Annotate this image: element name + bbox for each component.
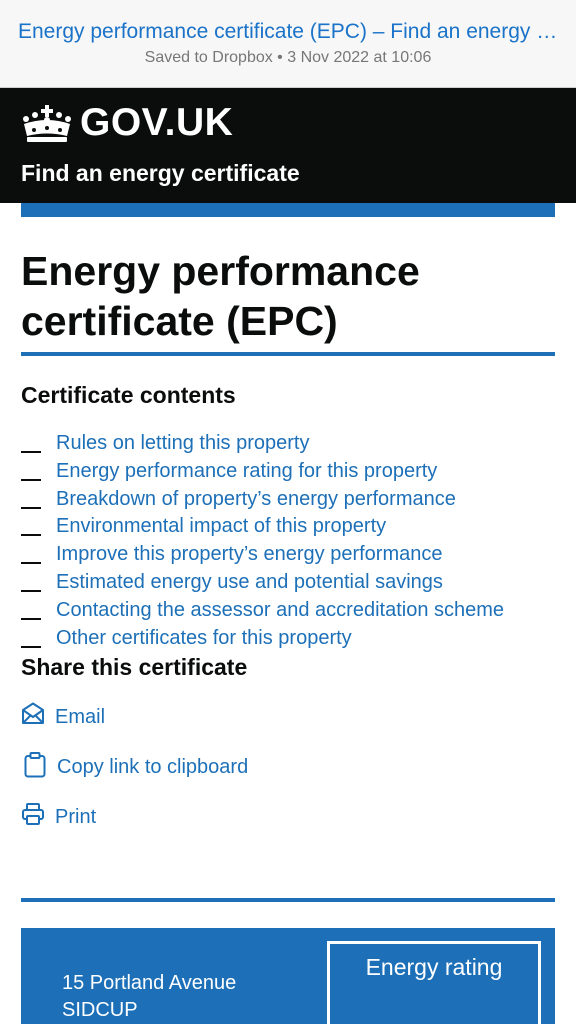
contents-link[interactable]: Improve this property’s energy performan… (56, 543, 442, 566)
address-line-2: SIDCUP (62, 999, 138, 1021)
govuk-logo-text[interactable]: GOV.UK (80, 101, 233, 145)
contents-link[interactable]: Rules on letting this property (56, 432, 309, 455)
dash-marker (21, 562, 41, 565)
crown-icon[interactable] (21, 104, 73, 149)
address-line-1: 15 Portland Avenue (62, 972, 237, 994)
browser-title-bar: Energy performance certificate (EPC) – F… (0, 0, 576, 88)
envelope-icon (21, 702, 45, 731)
contents-heading: Certificate contents (21, 382, 236, 408)
energy-rating-box: Energy rating (327, 941, 541, 1024)
copy-link-button[interactable]: Copy link to clipboard (57, 756, 248, 779)
share-heading: Share this certificate (21, 654, 248, 680)
contents-link[interactable]: Contacting the assessor and accreditatio… (56, 599, 504, 622)
section-divider (21, 352, 555, 356)
contents-link[interactable]: Estimated energy use and potential savin… (56, 571, 443, 594)
dash-marker (21, 478, 41, 481)
summary-divider (21, 898, 555, 902)
contents-link[interactable]: Energy performance rating for this prope… (56, 460, 437, 483)
page-title: Energy performance certificate (EPC) (21, 248, 420, 344)
contents-link[interactable]: Environmental impact of this property (56, 515, 386, 538)
service-name-link[interactable]: Find an energy certificate (21, 160, 300, 187)
contents-link[interactable]: Breakdown of property’s energy performan… (56, 488, 456, 511)
dash-marker (21, 589, 41, 592)
page-tab-title: Energy performance certificate (EPC) – F… (18, 20, 558, 43)
dash-marker (21, 506, 41, 509)
dash-marker (21, 617, 41, 620)
printer-icon (21, 802, 45, 831)
contents-link[interactable]: Other certificates for this property (56, 627, 352, 650)
dash-marker (21, 534, 41, 537)
share-email-link[interactable]: Email (55, 706, 105, 729)
header-accent-bar (21, 203, 555, 217)
print-button[interactable]: Print (55, 806, 96, 829)
dash-marker (21, 451, 41, 453)
dash-marker (21, 645, 41, 648)
clipboard-icon (24, 752, 46, 783)
saved-status: Saved to Dropbox • 3 Nov 2022 at 10:06 (144, 49, 432, 66)
energy-rating-label: Energy rating (365, 954, 503, 980)
